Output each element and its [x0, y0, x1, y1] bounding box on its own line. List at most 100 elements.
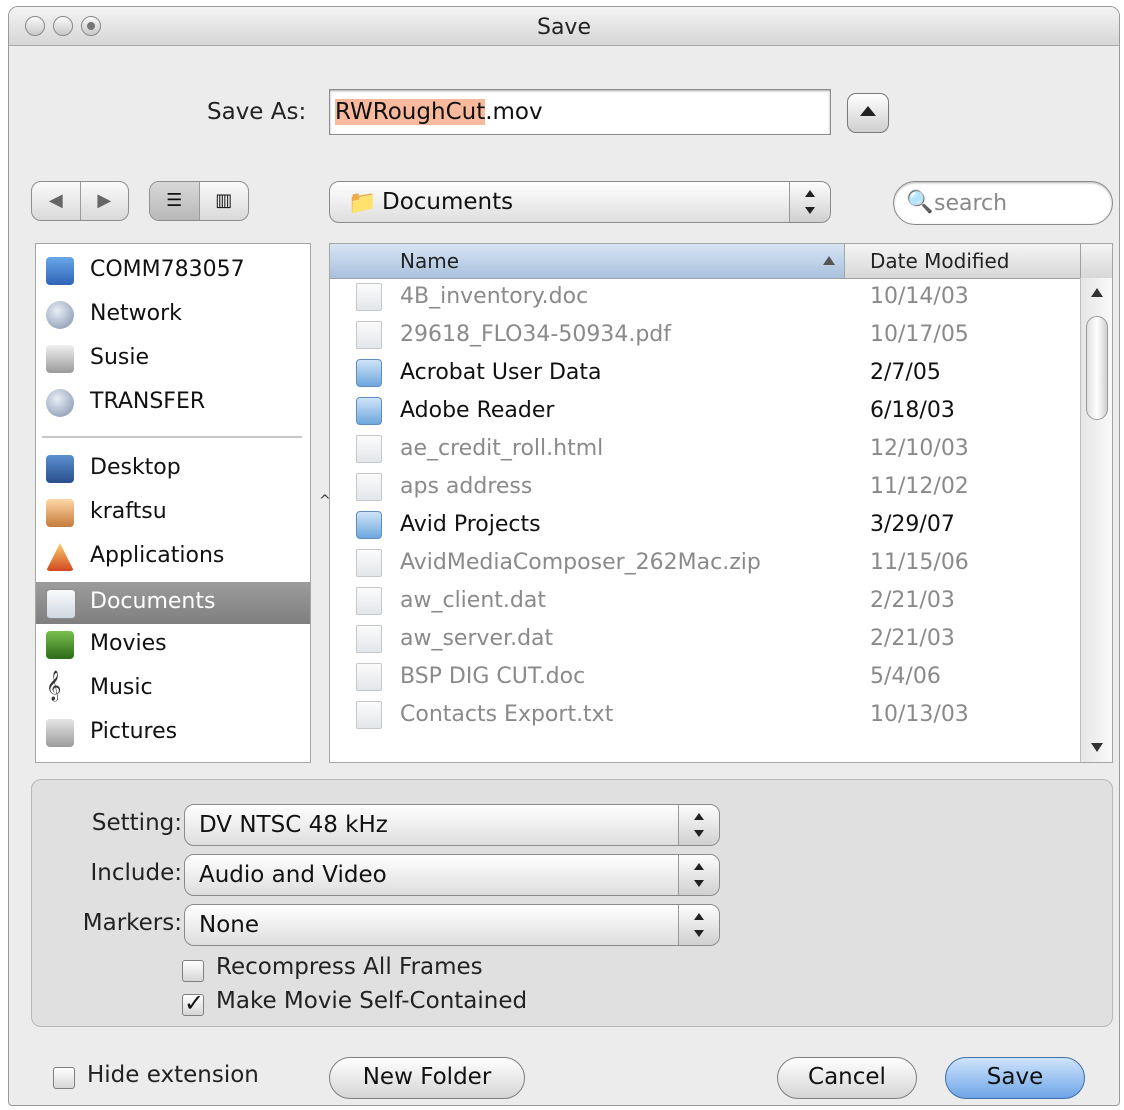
date-modified-column-header[interactable]: Date Modified [870, 249, 1010, 273]
file-row: AvidMediaComposer_262Mac.zip 11/15/06 [330, 544, 1078, 582]
sidebar-item-network[interactable]: Network [36, 294, 310, 336]
file-list: Name Date Modified 4B_inventory.doc 10/14… [329, 243, 1113, 763]
include-popup[interactable]: Audio and Video [184, 854, 720, 896]
list-view-icon[interactable]: ☰ [150, 182, 199, 220]
sidebar-item-pictures[interactable]: Pictures [36, 712, 310, 754]
file-row[interactable]: Avid Projects 3/29/07 [330, 506, 1078, 544]
document-icon [356, 549, 382, 577]
save-dialog: Save Save As: RWRoughCut.mov ◀ ▶ ☰ ▥ 📁 D… [8, 6, 1120, 1106]
folder-icon [356, 359, 382, 387]
pictures-icon [46, 719, 74, 747]
document-icon [356, 701, 382, 729]
sort-ascending-icon [823, 256, 835, 265]
location-value: Documents [382, 189, 514, 215]
window-title: Save [536, 15, 591, 40]
file-date: 11/12/02 [870, 474, 969, 499]
name-column-label: Name [400, 249, 460, 273]
sidebar-item-label: Documents [90, 589, 216, 614]
sidebar-item-documents[interactable]: Documents [36, 582, 310, 624]
file-row[interactable]: Acrobat User Data 2/7/05 [330, 354, 1078, 392]
file-row: 4B_inventory.doc 10/14/03 [330, 278, 1078, 316]
sidebar-item-desktop[interactable]: Desktop [36, 448, 310, 490]
column-divider [1080, 244, 1081, 278]
forward-arrow-icon[interactable]: ▶ [79, 182, 129, 220]
new-folder-button[interactable]: New Folder [329, 1057, 525, 1099]
popup-arrows-icon [678, 855, 719, 895]
search-field[interactable]: 🔍 search [893, 181, 1113, 225]
title-bar[interactable]: Save [9, 7, 1119, 46]
markers-value: None [199, 912, 260, 938]
file-date: 2/21/03 [870, 588, 955, 613]
collapse-dialog-button[interactable] [847, 93, 889, 133]
file-name: Avid Projects [400, 512, 541, 537]
file-row: 29618_FLO34-50934.pdf 10/17/05 [330, 316, 1078, 354]
file-row: BSP DIG CUT.doc 5/4/06 [330, 658, 1078, 696]
computer-icon [46, 257, 74, 285]
recompress-checkbox[interactable] [182, 960, 204, 982]
sidebar: COMM783057 Network Susie TRANSFER Deskto… [35, 243, 311, 763]
file-list-scrollbar[interactable] [1080, 278, 1112, 762]
file-date: 3/29/07 [870, 512, 955, 537]
file-name: Adobe Reader [400, 398, 555, 423]
file-name: Contacts Export.txt [400, 702, 614, 727]
file-name: 29618_FLO34-50934.pdf [400, 322, 672, 347]
file-name: AvidMediaComposer_262Mac.zip [400, 550, 761, 575]
sidebar-item-transfer[interactable]: TRANSFER [36, 382, 310, 424]
file-date: 10/13/03 [870, 702, 969, 727]
cancel-button[interactable]: Cancel [777, 1057, 917, 1099]
sidebar-item-music[interactable]: 𝄞 Music [36, 668, 310, 710]
file-row[interactable]: Adobe Reader 6/18/03 [330, 392, 1078, 430]
popup-arrows-icon [789, 182, 830, 222]
document-icon [356, 663, 382, 691]
filename-input[interactable]: RWRoughCut.mov [329, 89, 831, 135]
hide-extension-checkbox[interactable] [53, 1067, 75, 1089]
include-value: Audio and Video [199, 862, 387, 888]
recompress-label: Recompress All Frames [216, 954, 483, 980]
documents-icon [46, 589, 76, 619]
music-icon: 𝄞 [46, 671, 62, 701]
self-contained-checkbox[interactable]: ✓ [182, 989, 204, 1017]
sidebar-item-movies[interactable]: Movies [36, 624, 310, 666]
scroll-thumb[interactable] [1086, 316, 1108, 420]
scroll-down-arrow-icon[interactable] [1091, 743, 1103, 752]
sidebar-item-susie[interactable]: Susie [36, 338, 310, 380]
sidebar-item-home[interactable]: kraftsu [36, 492, 310, 534]
sidebar-item-applications[interactable]: Applications [36, 536, 310, 578]
markers-popup[interactable]: None [184, 904, 720, 946]
checkmark-icon: ✓ [184, 989, 205, 1017]
sidebar-item-label: Network [90, 301, 182, 326]
globe-icon [46, 301, 74, 329]
sidebar-item-label: COMM783057 [90, 257, 245, 282]
document-icon [356, 283, 382, 311]
file-name: aw_client.dat [400, 588, 546, 613]
network-disk-icon [46, 389, 74, 417]
sidebar-item-computer[interactable]: COMM783057 [36, 250, 310, 292]
setting-label: Setting: [91, 810, 182, 836]
include-label: Include: [90, 860, 182, 886]
setting-popup[interactable]: DV NTSC 48 kHz [184, 804, 720, 846]
filename-selected-text: RWRoughCut [335, 99, 486, 125]
file-row: ae_credit_roll.html 12/10/03 [330, 430, 1078, 468]
back-arrow-icon[interactable]: ◀ [32, 182, 80, 220]
sidebar-item-label: Applications [90, 543, 225, 568]
file-date: 11/15/06 [870, 550, 969, 575]
options-panel: Setting: DV NTSC 48 kHz Include: Audio a… [31, 779, 1113, 1027]
sidebar-item-label: Pictures [90, 719, 178, 744]
file-row: aw_client.dat 2/21/03 [330, 582, 1078, 620]
file-date: 12/10/03 [870, 436, 969, 461]
folder-icon [356, 397, 382, 425]
scroll-up-arrow-icon[interactable] [1091, 288, 1103, 297]
save-button[interactable]: Save [945, 1057, 1085, 1099]
sidebar-item-label: Music [90, 675, 153, 700]
desktop-icon [46, 455, 74, 483]
location-popup[interactable]: 📁 Documents [329, 181, 831, 223]
document-icon [356, 625, 382, 653]
file-name: Acrobat User Data [400, 360, 602, 385]
file-date: 10/17/05 [870, 322, 969, 347]
column-view-icon[interactable]: ▥ [198, 182, 249, 220]
file-date: 5/4/06 [870, 664, 941, 689]
movies-icon [46, 631, 74, 659]
file-list-header: Name Date Modified [330, 244, 1112, 279]
home-icon [46, 499, 74, 527]
sidebar-divider [42, 436, 302, 438]
